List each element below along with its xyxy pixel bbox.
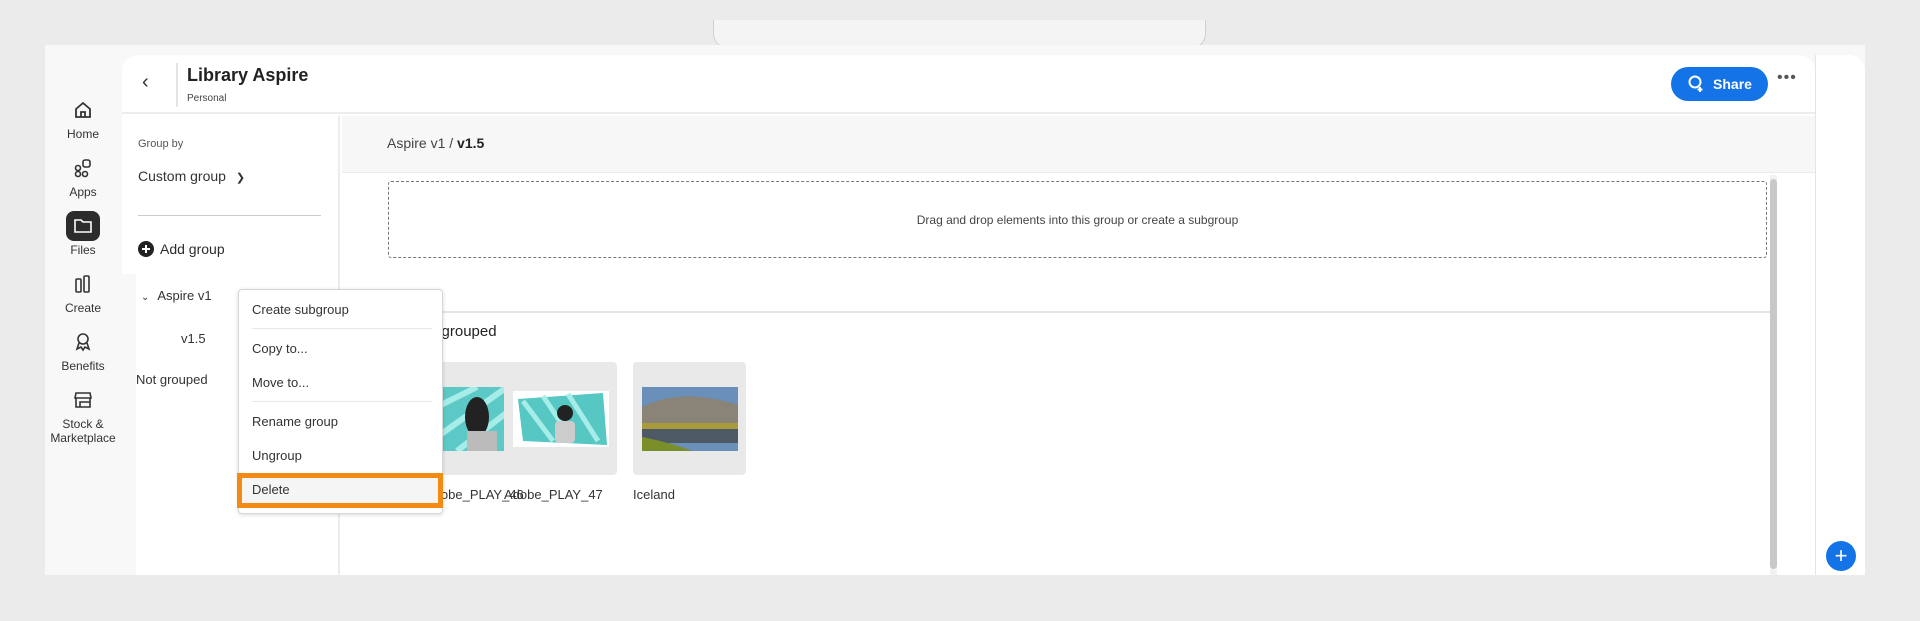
award-icon [66,327,100,357]
drop-zone[interactable]: Drag and drop elements into this group o… [388,181,1767,258]
nav-apps[interactable]: Apps [45,153,121,199]
scrollbar[interactable] [1770,175,1777,575]
plus-circle-icon [138,241,154,257]
asset-name: Adobe_PLAY_47 [504,487,603,502]
scrollbar-thumb[interactable] [1770,179,1777,569]
menu-separator [252,401,432,402]
group-by-value: Custom group [138,168,226,184]
add-group-button[interactable]: Add group [138,241,225,257]
nav-label: Files [70,243,96,257]
library-header: ‹ Library Aspire Personal Share ••• [122,55,1815,114]
add-button[interactable]: + [1826,541,1856,571]
menu-item-copy-to[interactable]: Copy to... [252,341,308,356]
chevron-down-icon: ⌄ [141,292,150,303]
left-nav: Home Apps Files Create Benefits Stock & … [45,95,121,457]
menu-item-create-subgroup[interactable]: Create subgroup [252,302,349,317]
add-user-icon [1688,75,1703,92]
share-label: Share [1713,76,1752,92]
folder-icon [66,211,100,241]
context-menu: Create subgroup Copy to... Move to... Re… [237,289,443,514]
group-by-select[interactable]: Custom group ❯ [138,168,245,184]
home-icon [66,95,100,125]
share-button[interactable]: Share [1671,67,1768,101]
library-title: Library Aspire [187,65,309,85]
back-button[interactable]: ‹ [142,71,149,94]
breadcrumb-current: v1.5 [457,135,485,151]
breadcrumb-parent[interactable]: Aspire v1 / [387,135,457,151]
plus-icon: + [1834,543,1848,568]
menu-item-ungroup[interactable]: Ungroup [252,448,302,463]
menu-item-rename-group[interactable]: Rename group [252,414,338,429]
more-options-button[interactable]: ••• [1777,69,1797,87]
asset-name: Iceland [633,487,675,502]
asset-thumbnail[interactable] [504,362,617,475]
add-group-label: Add group [160,241,225,257]
nav-home[interactable]: Home [45,95,121,141]
nav-benefits[interactable]: Benefits [45,327,121,373]
menu-separator [252,328,432,329]
section-divider [342,311,1772,313]
tree-item-v1-5[interactable]: v1.5 [181,331,206,346]
group-by-label: Group by [138,138,184,150]
right-panel [1815,55,1865,575]
nav-label: Apps [69,185,97,199]
menu-item-move-to[interactable]: Move to... [252,375,309,390]
header-divider [176,63,178,107]
breadcrumb: Aspire v1 / v1.5 [342,116,1815,173]
chevron-down-icon: ❯ [235,172,246,184]
search-bar-edge[interactable] [713,20,1206,48]
tree-item-not-grouped[interactable]: Not grouped [136,372,208,387]
nav-label: Create [64,301,102,315]
tree-label: Aspire v1 [157,288,212,303]
divider [138,215,321,216]
nav-files[interactable]: Files [45,211,121,257]
nav-label: Home [66,127,99,141]
library-subtitle: Personal [187,93,227,104]
nav-label: Benefits [61,359,105,373]
nav-create[interactable]: Create [45,269,121,315]
nav-label: Stock & Marketplace [50,417,116,445]
create-icon [66,269,100,299]
nav-stock[interactable]: Stock & Marketplace [45,385,121,445]
menu-item-delete[interactable]: Delete [252,482,290,497]
tree-item-aspire-v1[interactable]: ⌄ Aspire v1 [141,288,212,303]
asset-thumbnail[interactable] [633,362,746,475]
apps-icon [66,153,100,183]
store-icon [66,385,100,415]
